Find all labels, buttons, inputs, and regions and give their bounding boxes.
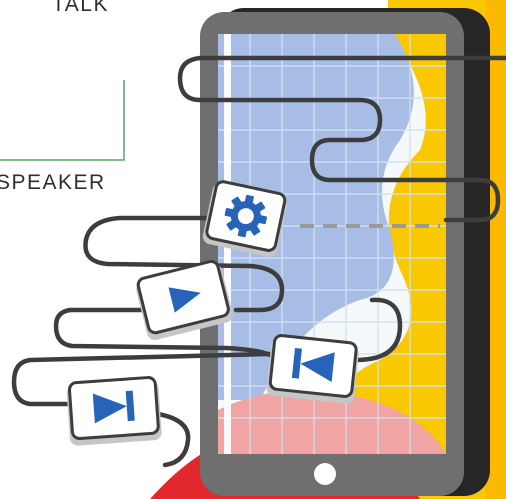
speaker-label: SPEAKER: [0, 171, 106, 194]
home-button[interactable]: [314, 463, 336, 485]
previous-button[interactable]: [266, 334, 360, 405]
label-connector: [0, 80, 125, 161]
talk-label: TALK: [52, 0, 109, 16]
illustration: [0, 0, 506, 499]
next-button[interactable]: [66, 376, 162, 446]
